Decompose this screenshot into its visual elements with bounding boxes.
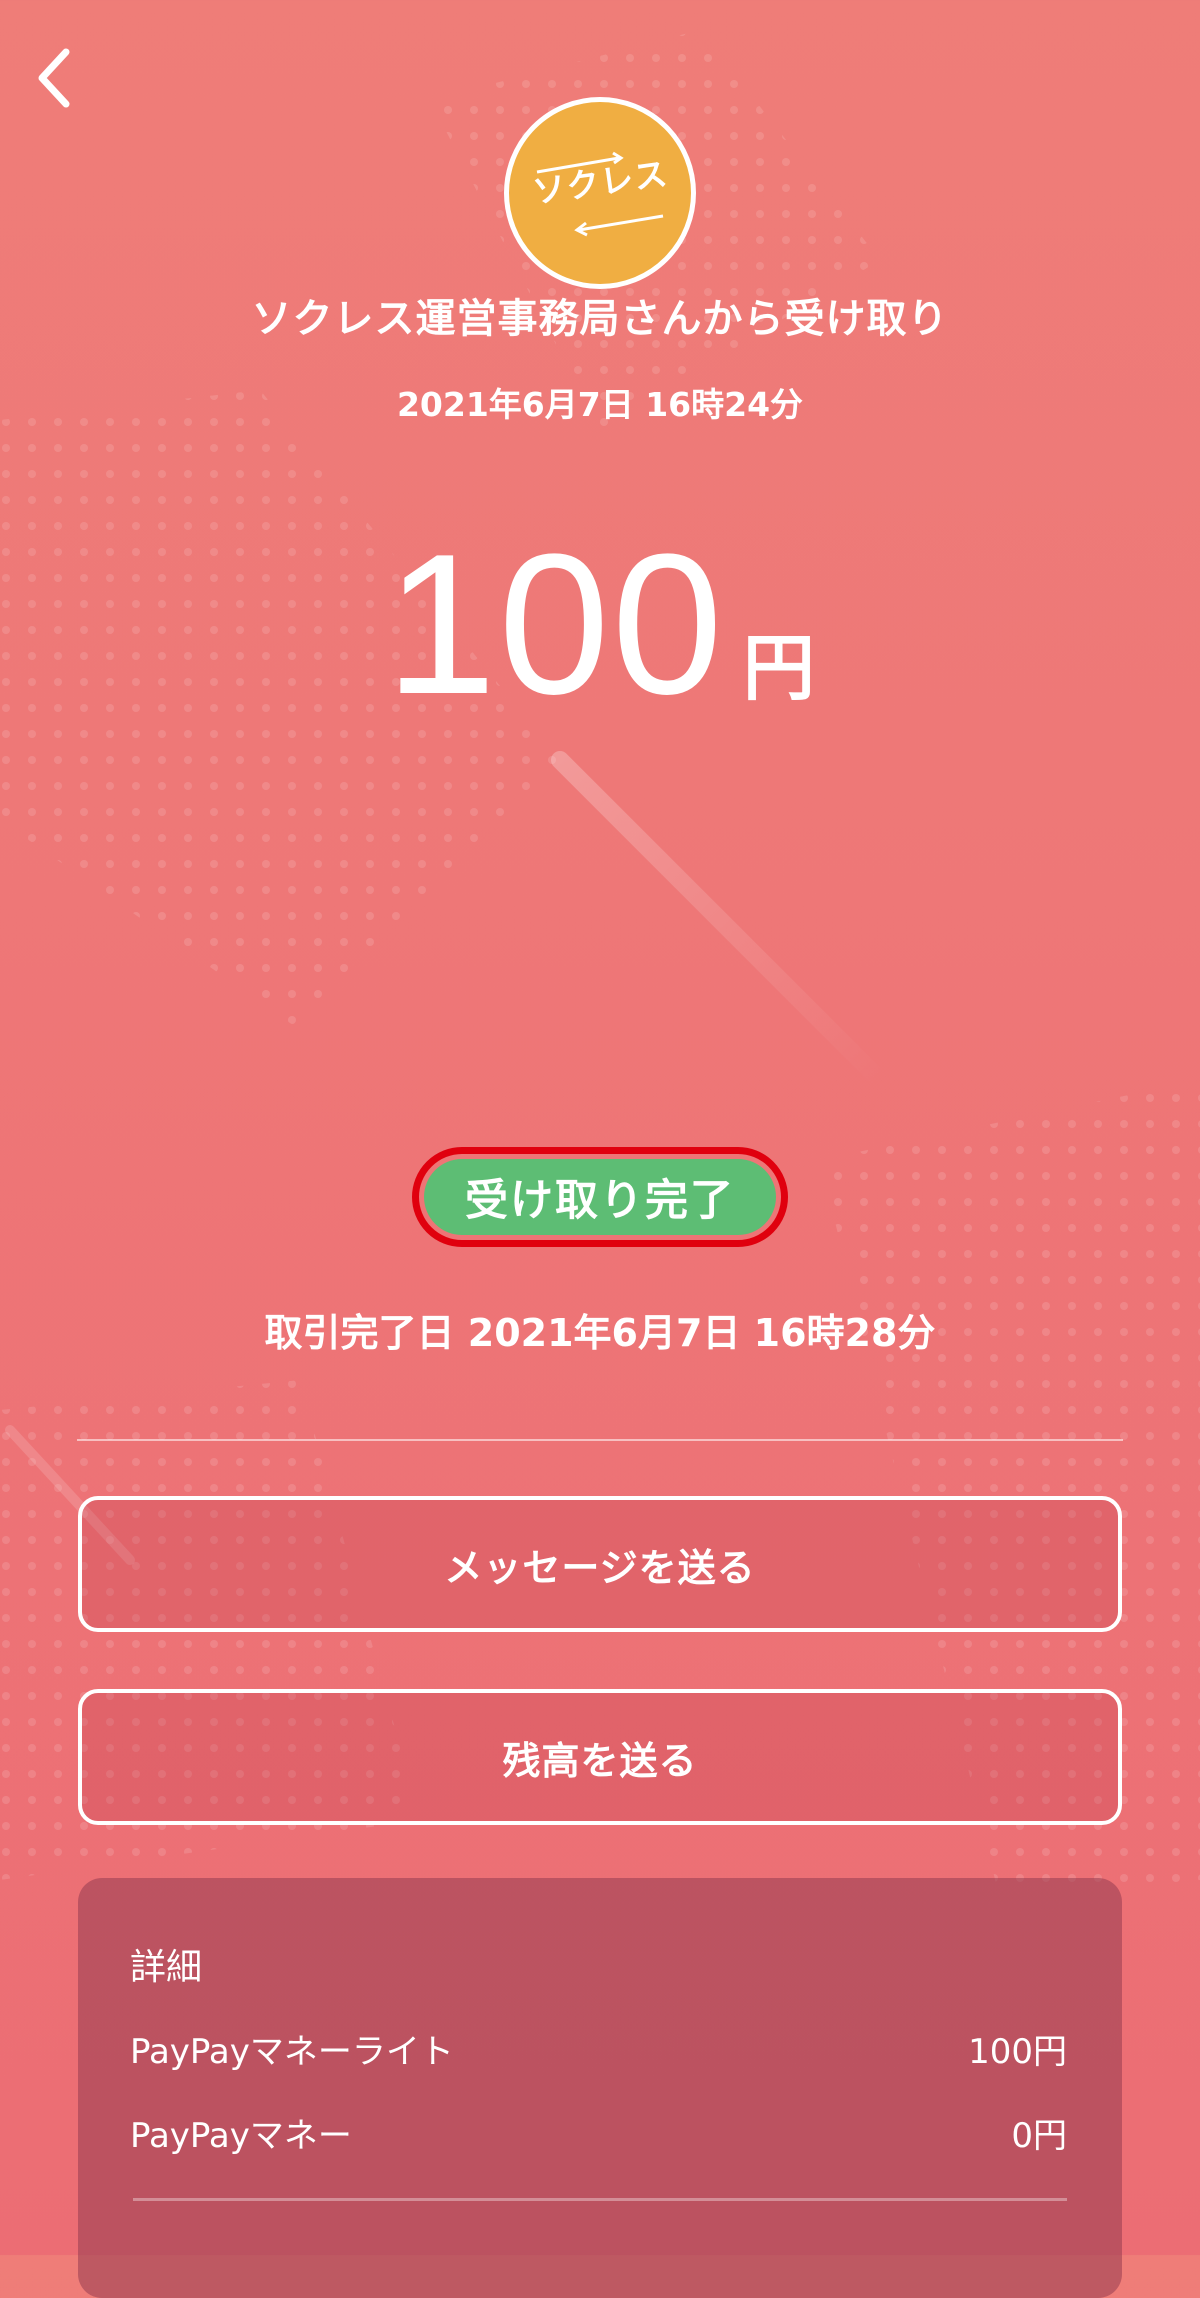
completed-date-value: 2021年6月7日 16時28分 — [467, 1311, 936, 1355]
detail-value: 100円 — [968, 2032, 1067, 2072]
amount-unit: 円 — [742, 626, 815, 710]
send-balance-button[interactable]: 残高を送る — [78, 1689, 1122, 1825]
sender-logo: ソクレス — [504, 97, 696, 289]
divider — [77, 1439, 1123, 1441]
received-date: 2021年6月7日 16時24分 — [396, 385, 804, 424]
details-title: 詳細 — [130, 1947, 203, 1988]
send-message-button[interactable]: メッセージを送る — [78, 1496, 1122, 1632]
sender-title: ソクレス運営事務局さんから受け取り — [251, 296, 949, 342]
details-divider — [133, 2198, 1067, 2201]
detail-label: PayPayマネー — [130, 2116, 352, 2156]
back-button[interactable] — [14, 40, 94, 120]
detail-value: 0円 — [1011, 2116, 1067, 2156]
send-balance-label: 残高を送る — [502, 1738, 698, 1783]
amount-value: 100 — [385, 513, 725, 736]
detail-row: PayPayマネー 0円 — [130, 2108, 1067, 2157]
send-message-label: メッセージを送る — [444, 1545, 756, 1590]
completed-date-row: 取引完了日 2021年6月7日 16時28分 — [0, 1302, 1200, 1357]
status-badge: 受け取り完了 — [424, 1159, 776, 1235]
chevron-left-icon — [34, 46, 74, 114]
completed-date-label: 取引完了日 — [264, 1311, 455, 1355]
detail-label: PayPayマネーライト — [130, 2032, 454, 2072]
detail-row: PayPayマネーライト 100円 — [130, 2024, 1067, 2073]
amount: 100 円 — [0, 525, 1200, 725]
details-panel: 詳細 PayPayマネーライト 100円 PayPayマネー 0円 — [78, 1878, 1122, 2298]
